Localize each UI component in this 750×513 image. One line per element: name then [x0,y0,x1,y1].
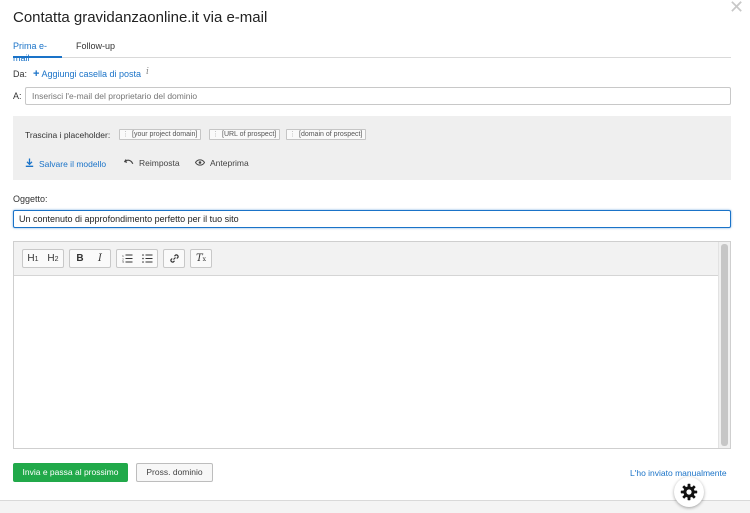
list-group: 123 [116,249,158,268]
info-icon[interactable]: i [146,67,149,77]
subject-label: Oggetto: [13,194,48,204]
heading-group: H1 H2 [22,249,64,268]
recipient-email-input[interactable] [25,87,731,105]
email-body-editor[interactable]: H1 H2 B I 123 Tx [13,241,731,449]
to-label: A: [13,91,22,101]
drag-handle-icon: ⋮ [122,131,129,138]
placeholder-chip-project-domain[interactable]: ⋮ [your project domain] [119,129,202,140]
link-icon[interactable] [164,250,184,267]
from-label: Da: [13,69,28,79]
subject-input[interactable] [13,210,731,228]
tab-bar: Prima e-mail Follow-up [13,40,731,63]
send-and-next-button[interactable]: Invia e passa al prossimo [13,463,128,482]
reset-button[interactable]: Reimposta [123,158,180,168]
editor-scrollbar[interactable] [718,242,730,448]
eye-icon [194,158,206,168]
ordered-list-icon[interactable]: 123 [117,250,137,267]
scrollbar-thumb[interactable] [721,244,728,446]
link-group [163,249,185,268]
template-panel: Trascina i placeholder: ⋮ [your project d… [13,116,731,180]
placeholder-chip-url-of-prospect[interactable]: ⋮ [URL of prospect] [209,129,281,140]
undo-icon [123,158,134,168]
text-style-group: B I [69,249,111,268]
download-icon [25,158,34,169]
next-domain-button[interactable]: Pross. dominio [136,463,213,482]
unordered-list-icon[interactable] [137,250,157,267]
svg-text:3: 3 [122,260,124,263]
heading-1-button[interactable]: H1 [23,250,43,267]
gear-icon[interactable] [674,477,704,507]
close-icon[interactable]: ✕ [729,0,744,16]
email-dialog: Contatta gravidanzaonline.it via e-mail … [0,0,750,513]
add-mailbox-label: Aggiungi casella di posta [41,69,142,79]
placeholder-chip-domain-of-prospect[interactable]: ⋮ [domain of prospect] [286,129,367,140]
add-mailbox-link[interactable]: + Aggiungi casella di posta [33,68,141,80]
page-bottom-strip [0,501,750,513]
italic-button[interactable]: I [90,250,110,267]
clear-format-icon[interactable]: Tx [191,250,211,267]
heading-2-button[interactable]: H2 [43,250,63,267]
tab-follow-up[interactable]: Follow-up [76,40,115,58]
sent-manually-link[interactable]: L'ho inviato manualmente [630,468,727,478]
tab-first-email[interactable]: Prima e-mail [13,40,62,63]
placeholders-label: Trascina i placeholder: [25,130,111,140]
drag-handle-icon: ⋮ [212,131,219,138]
plus-icon: + [33,68,40,80]
clear-format-group: Tx [190,249,212,268]
save-template-button[interactable]: Salvare il modello [25,158,106,169]
editor-toolbar: H1 H2 B I 123 Tx [14,242,718,276]
dialog-title: Contatta gravidanzaonline.it via e-mail [13,9,268,26]
drag-handle-icon: ⋮ [289,131,296,138]
preview-button[interactable]: Anteprima [194,158,249,168]
bold-button[interactable]: B [70,250,90,267]
